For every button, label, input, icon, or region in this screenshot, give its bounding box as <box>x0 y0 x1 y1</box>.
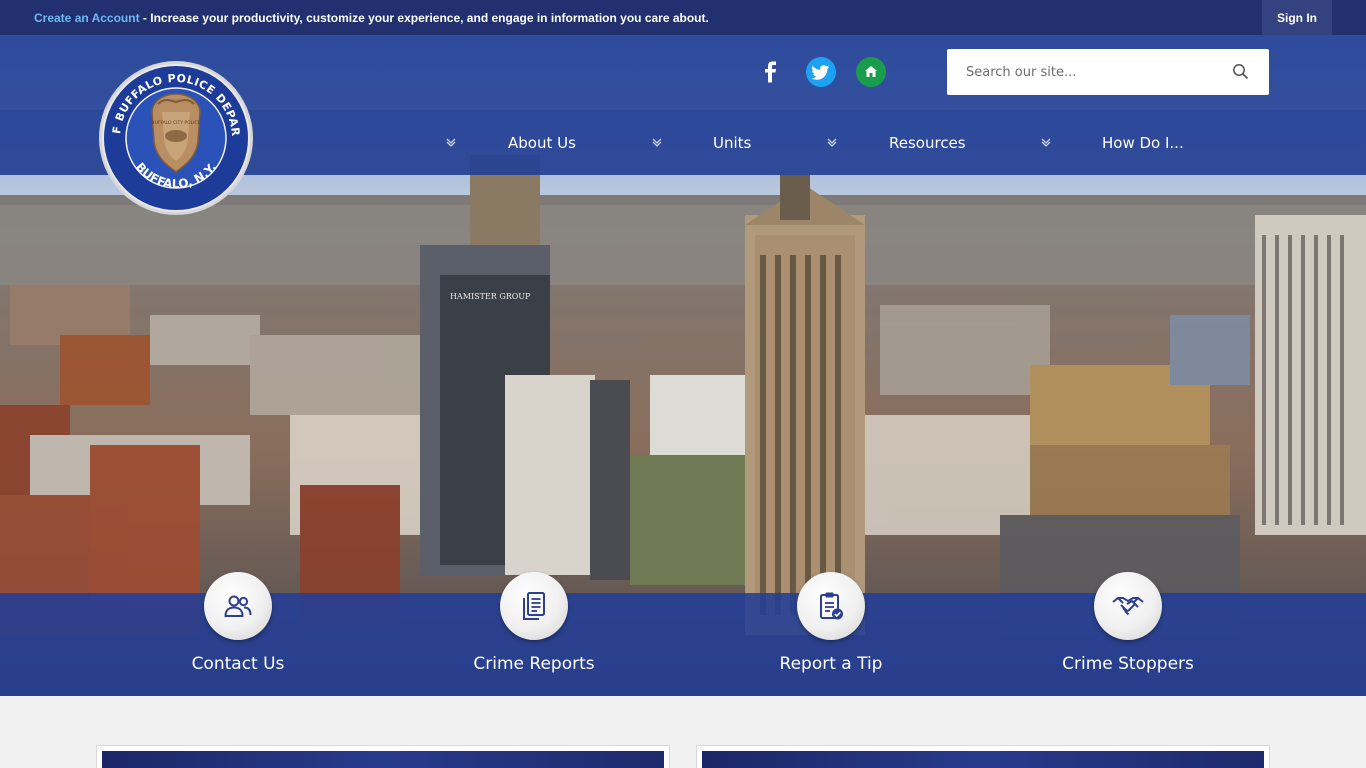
create-account-link[interactable]: Create an Account <box>34 11 140 25</box>
search-icon[interactable] <box>1232 63 1249 80</box>
building-sign-text: HAMISTER GROUP <box>450 292 531 301</box>
quick-link-label: Report a Tip <box>779 654 883 674</box>
account-message-text: - Increase your productivity, customize … <box>139 10 709 25</box>
nav-item-resources[interactable]: Resources <box>889 110 966 175</box>
nav-item-how-do-i[interactable]: How Do I... <box>1102 110 1184 175</box>
quick-link-crime-stoppers[interactable]: Crime Stoppers <box>1008 572 1248 692</box>
featured-panel-left[interactable] <box>96 745 670 768</box>
nav-item-about-us[interactable]: About Us <box>508 110 576 175</box>
quick-link-label: Crime Reports <box>473 654 595 674</box>
featured-panel-image <box>702 751 1264 768</box>
account-message: Create an Account - Increase your produc… <box>34 11 709 25</box>
nav-item-units[interactable]: Units <box>713 110 751 175</box>
chevron-down-icon[interactable] <box>1039 134 1053 148</box>
chevron-down-icon[interactable] <box>444 134 458 148</box>
quick-link-contact-us[interactable]: Contact Us <box>118 572 358 692</box>
featured-panel-right[interactable] <box>696 745 1270 768</box>
sign-in-button[interactable]: Sign In <box>1262 0 1332 35</box>
police-seal-logo[interactable]: SEAL OF BUFFALO POLICE DEPARTMENT BUFFAL… <box>98 60 254 216</box>
chevron-down-icon[interactable] <box>825 134 839 148</box>
people-icon[interactable] <box>204 572 272 640</box>
nextdoor-icon[interactable] <box>856 57 886 87</box>
account-bar: Create an Account - Increase your produc… <box>0 0 1366 35</box>
search-input[interactable] <box>966 64 1226 80</box>
chevron-down-icon[interactable] <box>650 134 664 148</box>
quick-link-label: Contact Us <box>191 654 285 674</box>
clipboard-check-icon[interactable] <box>797 572 865 640</box>
document-icon[interactable] <box>500 572 568 640</box>
quick-link-label: Crime Stoppers <box>1062 654 1194 674</box>
facebook-icon[interactable] <box>756 57 786 87</box>
handshake-icon[interactable] <box>1094 572 1162 640</box>
quick-link-report-a-tip[interactable]: Report a Tip <box>711 572 951 692</box>
twitter-icon[interactable] <box>806 57 836 87</box>
featured-panel-image <box>102 751 664 768</box>
site-search <box>947 49 1269 95</box>
badge-text: BUFFALO CITY POLICE <box>151 120 200 126</box>
quick-link-crime-reports[interactable]: Crime Reports <box>414 572 654 692</box>
